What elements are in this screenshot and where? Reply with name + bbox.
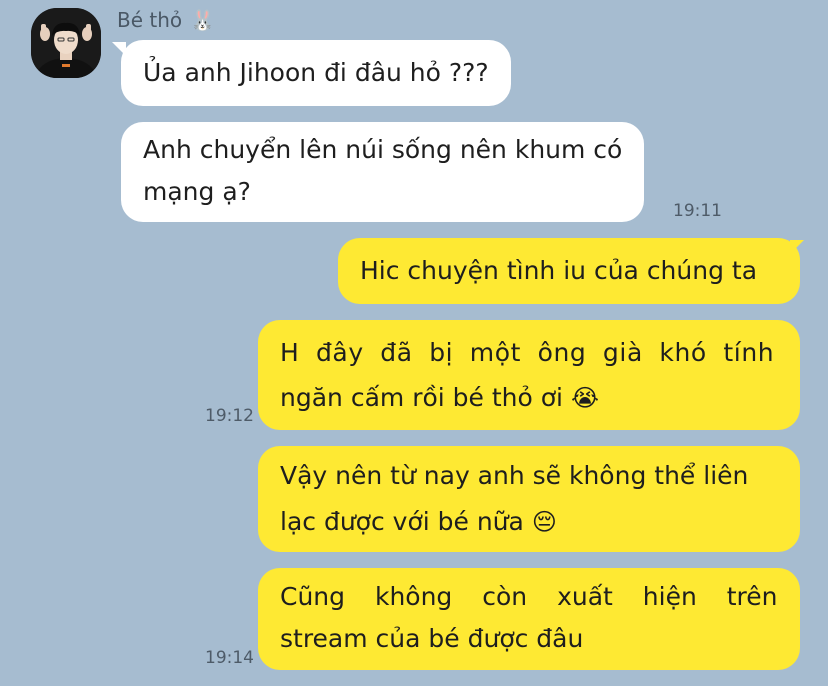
chat-view: Bé thỏ 🐰 Ủa anh Jihoon đi đâu hỏ ??? Anh… (0, 0, 828, 686)
message-bubble-incoming[interactable]: Anh chuyển lên núi sống nên khum có mạng… (121, 122, 645, 222)
message-text: lạc được với bé nữa (280, 507, 524, 536)
message-bubble-outgoing[interactable]: Vậy nên từ nay anh sẽ không thể liên lạc… (258, 446, 800, 552)
profile-photo-icon (31, 8, 101, 78)
message-text: ngăn cấm rồi bé thỏ ơi (280, 383, 563, 412)
crying-face-icon: 😭 (570, 384, 599, 412)
message-bubble-outgoing[interactable]: Cũng không còn xuất hiện trên stream của… (258, 568, 800, 670)
message-timestamp: 19:11 (673, 201, 722, 221)
message-text: Hic chuyện tình iu của chúng ta (360, 256, 758, 285)
message-text: Vậy nên từ nay anh sẽ không thể liên (280, 461, 749, 490)
message-text: Ủa anh Jihoon đi đâu hỏ ??? (143, 58, 489, 87)
message-text: Cũng không còn xuất hiện trên (280, 582, 778, 611)
contact-name-text: Bé thỏ (117, 8, 183, 32)
message-bubble-outgoing[interactable]: H đây đã bị một ông già khó tính ngăn cấ… (258, 320, 800, 430)
message-timestamp: 19:12 (205, 406, 254, 426)
message-text: stream của bé được đâu (280, 624, 584, 653)
message-text: Anh chuyển lên núi sống nên khum có (143, 135, 623, 164)
message-text: mạng ạ? (143, 177, 251, 206)
message-bubble-outgoing[interactable]: Hic chuyện tình iu của chúng ta (338, 238, 800, 304)
message-bubble-incoming[interactable]: Ủa anh Jihoon đi đâu hỏ ??? (121, 40, 511, 106)
message-timestamp: 19:14 (205, 648, 254, 668)
pensive-face-icon: 😔 (531, 508, 557, 536)
message-text: H đây đã bị một ông già khó tính (280, 338, 775, 367)
contact-avatar[interactable] (31, 8, 101, 78)
contact-name: Bé thỏ 🐰 (117, 8, 215, 32)
rabbit-icon: 🐰 (190, 8, 216, 32)
